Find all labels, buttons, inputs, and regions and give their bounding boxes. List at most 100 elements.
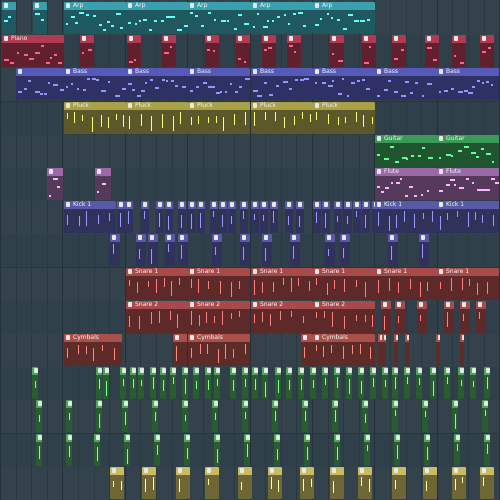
clip-header[interactable] <box>476 301 486 309</box>
pattern-clip[interactable] <box>334 201 342 233</box>
pattern-clip[interactable] <box>244 434 250 466</box>
pattern-clip[interactable] <box>301 334 313 366</box>
pattern-clip[interactable] <box>334 434 340 466</box>
clip-header[interactable] <box>300 467 314 475</box>
snare1-clip[interactable]: Snare 1 <box>313 268 375 300</box>
pattern-clip[interactable] <box>392 467 406 499</box>
clip-header[interactable] <box>313 201 321 209</box>
pattern-clip[interactable] <box>260 201 268 233</box>
pattern-clip[interactable] <box>193 367 199 399</box>
pattern-clip[interactable] <box>460 334 464 366</box>
clip-header[interactable]: Pluck <box>126 102 188 110</box>
pattern-clip[interactable] <box>252 367 258 399</box>
pattern-clip[interactable] <box>480 35 494 67</box>
pattern-clip[interactable] <box>160 367 166 399</box>
pattern-clip[interactable] <box>452 467 466 499</box>
clip-header[interactable] <box>298 367 304 375</box>
clip-header[interactable] <box>212 234 222 242</box>
pattern-clip[interactable] <box>96 400 102 432</box>
clip-header[interactable] <box>370 367 376 375</box>
pattern-clip[interactable] <box>302 400 308 432</box>
clip-header[interactable] <box>242 367 248 375</box>
clip-header[interactable] <box>236 35 250 43</box>
pattern-clip[interactable] <box>419 234 429 266</box>
clip-header[interactable] <box>148 234 158 242</box>
kick-clip[interactable]: Kick 1 <box>375 201 437 233</box>
clip-header[interactable] <box>388 234 398 242</box>
pattern-clip[interactable] <box>452 400 458 432</box>
pattern-clip[interactable] <box>188 201 196 233</box>
piano-clip[interactable]: Piano <box>2 35 64 67</box>
clip-header[interactable] <box>482 400 488 408</box>
clip-header[interactable] <box>122 400 128 408</box>
clip-header[interactable] <box>417 301 427 309</box>
clip-header[interactable] <box>176 467 190 475</box>
clip-header[interactable]: Snare 1 <box>188 268 250 276</box>
pattern-clip[interactable] <box>238 467 252 499</box>
pattern-clip[interactable] <box>148 234 158 266</box>
pattern-clip[interactable] <box>458 367 464 399</box>
pattern-clip[interactable] <box>138 367 144 399</box>
clip-header[interactable] <box>124 434 130 442</box>
clip-header[interactable] <box>275 367 281 375</box>
clip-header[interactable]: Kick 1 <box>437 201 499 209</box>
clip-header[interactable] <box>66 400 72 408</box>
clip-header[interactable] <box>394 434 400 442</box>
clip-header[interactable]: Arp <box>64 2 126 10</box>
clip-header[interactable]: Flute <box>437 168 499 176</box>
clip-header[interactable]: Arp <box>313 2 375 10</box>
clip-header[interactable] <box>404 367 410 375</box>
clip-header[interactable]: Cymbals <box>313 334 375 342</box>
pattern-clip[interactable] <box>388 234 398 266</box>
clip-header[interactable] <box>95 168 111 176</box>
pattern-clip[interactable] <box>182 400 188 432</box>
clip-header[interactable] <box>470 367 476 375</box>
pattern-clip[interactable] <box>392 367 398 399</box>
clip-header[interactable]: Pluck <box>64 102 126 110</box>
pattern-clip[interactable] <box>103 367 109 399</box>
clip-header[interactable] <box>424 434 430 442</box>
clip-header[interactable] <box>262 35 276 43</box>
clip-header[interactable] <box>304 434 310 442</box>
pattern-clip[interactable] <box>152 400 158 432</box>
pattern-clip[interactable] <box>332 400 338 432</box>
pattern-clip[interactable] <box>392 400 398 432</box>
clip-header[interactable]: Snare 2 <box>251 301 313 309</box>
clip-header[interactable] <box>2 2 16 10</box>
clip-header[interactable] <box>262 234 272 242</box>
pattern-clip[interactable] <box>344 201 352 233</box>
bass-clip[interactable]: Bass <box>375 68 437 100</box>
clip-header[interactable] <box>219 201 227 209</box>
clip-header[interactable]: Snare 2 <box>126 301 188 309</box>
clip-header[interactable] <box>188 201 196 209</box>
clip-header[interactable] <box>230 367 236 375</box>
clip-header[interactable] <box>419 234 429 242</box>
pattern-clip[interactable] <box>362 201 370 233</box>
clip-header[interactable]: Pluck <box>313 102 375 110</box>
clip-header[interactable]: Guitar <box>375 135 437 143</box>
pattern-clip[interactable] <box>364 434 370 466</box>
pattern-clip[interactable] <box>136 234 146 266</box>
clip-header[interactable] <box>381 301 391 309</box>
clip-header[interactable]: Flute <box>375 168 437 176</box>
pattern-clip[interactable] <box>452 35 466 67</box>
pattern-clip[interactable] <box>96 367 102 399</box>
playlist-grid[interactable]: Arp Arp Arp Arp Arp Piano Bass Bass Bass Bass Bass… <box>0 0 500 500</box>
clip-header[interactable] <box>152 400 158 408</box>
clip-header[interactable]: Bass <box>437 68 499 76</box>
clip-header[interactable] <box>484 367 490 375</box>
pattern-clip[interactable] <box>205 35 219 67</box>
clip-header[interactable] <box>392 467 406 475</box>
pattern-clip[interactable] <box>482 400 488 432</box>
pattern-clip[interactable] <box>95 168 111 200</box>
clip-header[interactable] <box>422 400 428 408</box>
pattern-clip[interactable] <box>296 201 304 233</box>
clip-header[interactable] <box>444 301 454 309</box>
pattern-clip[interactable] <box>165 234 175 266</box>
pattern-clip[interactable] <box>230 367 236 399</box>
clip-header[interactable] <box>214 367 220 375</box>
clip-header[interactable] <box>36 434 42 442</box>
pattern-clip[interactable] <box>2 2 16 34</box>
pattern-clip[interactable] <box>130 367 136 399</box>
pattern-clip[interactable] <box>236 35 250 67</box>
